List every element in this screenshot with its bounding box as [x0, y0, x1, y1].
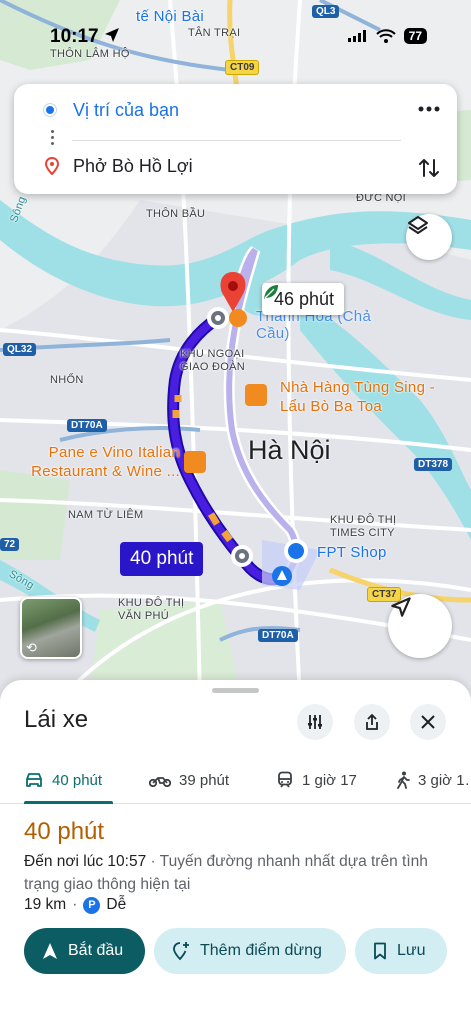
start-button[interactable]: Bắt đầu — [24, 928, 145, 974]
bookmark-icon — [374, 942, 386, 960]
share-button[interactable] — [354, 704, 390, 740]
rotate-360-icon: ⟲ — [26, 640, 37, 655]
directions-sheet: Lái xe 40 phút 39 phút 1 giờ 17 3 giờ 1 … — [0, 680, 471, 1024]
close-button[interactable] — [410, 704, 446, 740]
parking-icon: P — [83, 896, 101, 914]
more-options-button[interactable] — [415, 98, 443, 122]
add-location-icon — [173, 942, 189, 961]
shield-ql32: QL32 — [3, 343, 37, 356]
origin-dot-icon — [44, 104, 56, 116]
shield-dt70a-2: DT70A — [258, 629, 298, 642]
motorbike-icon — [149, 777, 171, 787]
map-label-van-phu: KHU ĐÔ THỊ VĂN PHÚ — [118, 597, 185, 622]
tab-transit-label: 1 giờ 17 — [302, 771, 357, 789]
map-label-thon-lam-ho: THÔN LÂM HỘ — [50, 48, 130, 60]
wifi-icon — [375, 29, 396, 43]
alt-route-time: 46 phút — [274, 288, 335, 309]
tune-icon — [308, 715, 322, 729]
tab-walking[interactable]: 3 giờ 1… — [396, 756, 471, 804]
map-label-thon-bau: THÔN BẦU — [146, 208, 206, 220]
more-horiz-icon — [418, 106, 440, 112]
map-label-nam-tu-liem: NAM TỪ LIÊM — [68, 509, 144, 521]
app-root: tế Nội Bài THÔN LÂM HỘ TÂN TRẠI THÔN BẦU… — [0, 0, 471, 1024]
travel-mode-tabs: 40 phút 39 phút 1 giờ 17 3 giờ 1… — [0, 756, 471, 804]
route-options-button[interactable] — [297, 704, 333, 740]
status-time: 10:17 — [50, 26, 120, 48]
active-tab-indicator — [24, 801, 113, 804]
swap-button[interactable] — [415, 154, 443, 182]
tab-motorbike-label: 39 phút — [179, 771, 230, 789]
shield-dt378: DT378 — [414, 458, 453, 471]
navigation-icon — [43, 943, 57, 959]
shield-72: 72 — [0, 538, 20, 551]
route-duration: 40 phút — [24, 818, 105, 845]
shield-ql3: QL3 — [312, 5, 340, 18]
route-description: Đến nơi lúc 10:57 · Tuyến đường nhanh nh… — [24, 850, 444, 896]
drag-handle[interactable] — [212, 688, 259, 693]
map-label-times-city: KHU ĐÔ THỊ TIMES CITY — [330, 514, 397, 539]
save-button-label: Lưu — [397, 942, 426, 959]
swap-vertical-icon — [419, 159, 439, 177]
layers-icon — [408, 216, 428, 234]
route-dots-icon — [51, 130, 54, 146]
save-button[interactable]: Lưu — [355, 928, 447, 974]
tab-driving-label: 40 phút — [52, 771, 103, 789]
walk-icon — [397, 771, 410, 789]
leaf-icon — [264, 285, 278, 299]
divider — [72, 140, 401, 141]
battery-indicator: 77 — [403, 28, 427, 44]
tab-walking-label: 3 giờ 1… — [418, 771, 471, 789]
map-label-tan-trai: TÂN TRẠI — [188, 27, 241, 39]
map-label-khu-ngoai-giao-doan: KHU NGOẠI GIAO ĐOÀN — [180, 348, 246, 373]
main-route-time-badge[interactable]: 40 phút — [120, 542, 204, 576]
navigation-arrow-icon — [391, 597, 411, 617]
share-icon — [366, 714, 378, 730]
parking-difficulty: Dễ — [106, 896, 127, 913]
add-stop-button-label: Thêm điểm dừng — [200, 942, 322, 959]
street-view-thumbnail[interactable]: ⟲ — [20, 597, 82, 659]
directions-card: Vị trí của bạn Phở Bò Hồ Lợi — [14, 84, 457, 194]
alt-route-time-badge[interactable]: 46 phút — [262, 283, 345, 315]
add-stop-button[interactable]: Thêm điểm dừng — [154, 928, 346, 974]
my-location-button[interactable] — [388, 594, 452, 658]
map-label-nhon: NHỔN — [50, 374, 84, 386]
car-icon — [26, 773, 42, 787]
destination-pin-icon — [45, 157, 59, 175]
tab-transit[interactable]: 1 giờ 17 — [276, 756, 357, 804]
shield-ct09: CT09 — [225, 60, 260, 75]
tab-driving[interactable]: 40 phút — [24, 756, 102, 804]
destination-row[interactable]: Phở Bò Hồ Lợi — [14, 146, 457, 186]
origin-text[interactable]: Vị trí của bạn — [73, 100, 179, 121]
start-button-label: Bắt đầu — [68, 942, 124, 959]
status-icons: 77 — [347, 28, 427, 44]
sheet-title: Lái xe — [24, 706, 89, 733]
arrival-time: Đến nơi lúc 10:57 — [24, 853, 147, 870]
shield-dt70a: DT70A — [67, 419, 107, 432]
map-label-ha-noi: Hà Nội — [248, 435, 331, 465]
close-icon — [421, 715, 435, 729]
route-meta: 19 km · P Dễ — [24, 896, 127, 914]
transit-icon — [278, 771, 292, 788]
destination-text[interactable]: Phở Bò Hồ Lợi — [73, 156, 193, 177]
signal-icon — [347, 30, 366, 42]
route-distance: 19 km — [24, 896, 67, 913]
tab-motorbike[interactable]: 39 phút — [149, 756, 229, 804]
location-arrow-icon — [104, 28, 119, 42]
poi-tung-sing[interactable]: Nhà Hàng Tùng Sing - Lẩu Bò Ba Toa — [280, 378, 460, 416]
map-label-noi-bai: tế Nội Bài — [136, 8, 205, 25]
poi-fpt-shop[interactable]: FPT Shop — [317, 544, 387, 561]
origin-row[interactable]: Vị trí của bạn — [14, 90, 457, 130]
layers-button[interactable] — [406, 214, 452, 260]
poi-pane-e-vino[interactable]: Pane e Vino Italian Restaurant & Wine ..… — [20, 443, 180, 481]
